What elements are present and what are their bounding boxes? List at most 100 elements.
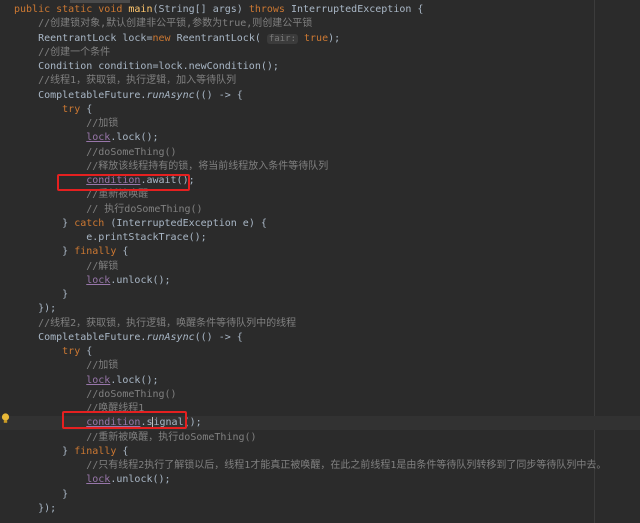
- code-line[interactable]: //释放该线程持有的锁，将当前线程放入条件等待队列: [0, 160, 640, 174]
- code-line[interactable]: //只有线程2执行了解锁以后，线程1才能真正被唤醒，在此之前线程1是由条件等待队…: [0, 459, 640, 473]
- code-line[interactable]: CompletableFuture.runAsync(() -> {: [0, 331, 640, 345]
- code-token: }: [14, 445, 75, 457]
- code-token: }: [14, 289, 69, 300]
- code-text: //doSomeThing(): [14, 388, 177, 402]
- code-token: //创建一个条件: [14, 46, 111, 58]
- code-token: (String[] args): [152, 4, 249, 15]
- code-token: });: [14, 303, 57, 315]
- code-line[interactable]: Condition condition=lock.newCondition();: [0, 60, 640, 74]
- code-line[interactable]: lock.lock();: [0, 374, 640, 388]
- code-line[interactable]: } catch (InterruptedException e) {: [0, 217, 640, 231]
- code-token: lock: [86, 274, 111, 286]
- code-token: .lock();: [110, 132, 159, 144]
- code-text: } finally {: [14, 245, 128, 259]
- code-line[interactable]: lock.unlock();: [0, 274, 640, 288]
- code-token: //创建锁对象,默认创建非公平锁,参数为true,则创建公平锁: [14, 18, 313, 30]
- code-token: finally: [74, 445, 123, 457]
- code-token: finally: [74, 246, 123, 258]
- code-token: //加锁: [14, 118, 119, 129]
- code-line[interactable]: //创建一个条件: [0, 46, 640, 60]
- code-token: lock: [86, 132, 111, 144]
- code-text: CompletableFuture.runAsync(() -> {: [14, 89, 243, 103]
- code-token: catch: [74, 217, 111, 229]
- code-text: //只有线程2执行了解锁以后，线程1才能真正被唤醒，在此之前线程1是由条件等待队…: [14, 459, 606, 473]
- code-token: (() -> {: [194, 89, 243, 101]
- code-text: e.printStackTrace();: [14, 231, 207, 245]
- code-line[interactable]: } finally {: [0, 445, 640, 459]
- code-token: {: [122, 445, 129, 457]
- code-line[interactable]: lock.lock();: [0, 131, 640, 145]
- code-line[interactable]: //解锁: [0, 260, 640, 274]
- code-text: //解锁: [14, 260, 118, 274]
- code-line[interactable]: try {: [0, 103, 640, 117]
- code-text: lock.unlock();: [14, 473, 171, 487]
- code-line[interactable]: ReentrantLock lock=new ReentrantLock( fa…: [0, 32, 640, 46]
- code-text: }: [14, 488, 68, 502]
- code-line[interactable]: public static void main(String[] args) t…: [0, 3, 640, 17]
- code-token: }: [14, 246, 75, 258]
- code-line[interactable]: //创建锁对象,默认创建非公平锁,参数为true,则创建公平锁: [0, 17, 640, 31]
- code-token: .lock();: [110, 374, 159, 386]
- code-token: main: [128, 4, 153, 15]
- code-text: //线程2，获取锁，执行逻辑，唤醒条件等待队列中的线程: [14, 317, 296, 331]
- code-token: lock: [86, 474, 111, 486]
- code-line[interactable]: //重新被唤醒，执行doSomeThing(): [0, 431, 640, 445]
- code-line[interactable]: //doSomeThing(): [0, 146, 640, 160]
- code-token: throws: [248, 4, 291, 15]
- code-token: CompletableFuture.: [14, 89, 147, 101]
- code-token: //doSomeThing(): [14, 388, 177, 400]
- code-token: {: [122, 246, 129, 258]
- code-token: .unlock();: [110, 274, 171, 286]
- code-token: //释放该线程持有的锁，将当前线程放入条件等待队列: [14, 160, 329, 172]
- code-line[interactable]: } finally {: [0, 245, 640, 259]
- code-line[interactable]: });: [0, 502, 640, 516]
- code-token: try: [14, 346, 87, 357]
- code-token: public static void: [14, 4, 129, 15]
- code-token: );: [328, 32, 341, 44]
- code-token: //解锁: [14, 260, 119, 272]
- code-line[interactable]: }: [0, 288, 640, 302]
- code-line[interactable]: lock.unlock();: [0, 473, 640, 487]
- code-text: //加锁: [14, 117, 118, 131]
- code-token: e.printStackTrace();: [14, 232, 207, 243]
- code-line[interactable]: //线程2，获取锁，执行逻辑，唤醒条件等待队列中的线程: [0, 317, 640, 331]
- code-editor[interactable]: public static void main(String[] args) t…: [0, 0, 640, 523]
- code-token: }: [14, 488, 69, 500]
- code-text: try {: [14, 103, 92, 117]
- code-line[interactable]: //doSomeThing(): [0, 388, 640, 402]
- code-token: });: [14, 502, 57, 514]
- code-line[interactable]: //加锁: [0, 117, 640, 131]
- code-line[interactable]: //线程1，获取锁，执行逻辑，加入等待队列: [0, 74, 640, 88]
- code-text: lock.lock();: [14, 131, 159, 145]
- code-text: try {: [14, 345, 92, 359]
- code-text: Condition condition=lock.newCondition();: [14, 60, 279, 74]
- highlight-box-signal: [62, 411, 187, 429]
- code-token: true: [297, 32, 329, 44]
- code-line[interactable]: e.printStackTrace();: [0, 231, 640, 245]
- code-token: .unlock();: [110, 474, 171, 486]
- code-line[interactable]: }: [0, 488, 640, 502]
- code-line[interactable]: try {: [0, 345, 640, 359]
- code-token: Condition condition=lock.newCondition();: [14, 61, 279, 72]
- code-token: //线程1，获取锁，执行逻辑，加入等待队列: [14, 75, 237, 87]
- code-line[interactable]: //加锁: [0, 359, 640, 373]
- code-text: //创建锁对象,默认创建非公平锁,参数为true,则创建公平锁: [14, 17, 312, 31]
- lightbulb-icon[interactable]: [1, 413, 10, 424]
- code-text: ReentrantLock lock=new ReentrantLock( fa…: [14, 32, 340, 46]
- code-token: (InterruptedException e) {: [110, 217, 267, 229]
- code-token: //加锁: [14, 360, 119, 372]
- code-text: });: [14, 302, 56, 316]
- code-text: } catch (InterruptedException e) {: [14, 217, 267, 231]
- code-token: }: [14, 217, 75, 229]
- code-token: {: [86, 346, 93, 357]
- code-token: InterruptedException {: [290, 4, 424, 15]
- code-line[interactable]: });: [0, 302, 640, 316]
- code-line[interactable]: // 执行doSomeThing(): [0, 203, 640, 217]
- code-text: }: [14, 288, 68, 302]
- highlight-box-await: [57, 174, 190, 191]
- code-text: } finally {: [14, 445, 128, 459]
- code-line[interactable]: CompletableFuture.runAsync(() -> {: [0, 89, 640, 103]
